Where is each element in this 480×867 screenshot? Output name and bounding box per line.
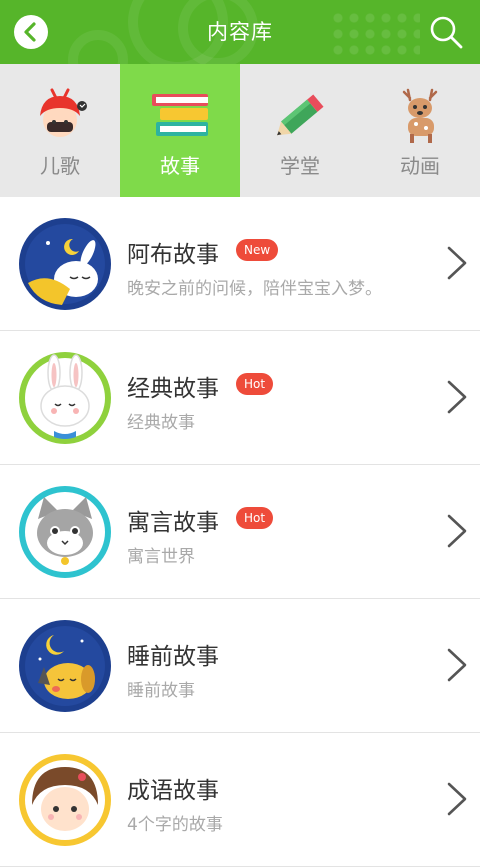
chevron-right-icon <box>447 782 467 816</box>
chevron-right-icon <box>447 380 467 414</box>
item-title: 寓言故事 <box>127 510 219 536</box>
item-subtitle: 晚安之前的问候，陪伴宝宝入梦。 <box>127 279 382 299</box>
tab-songs[interactable]: 儿歌 <box>0 64 120 197</box>
tab-animation[interactable]: 动画 <box>360 64 480 197</box>
sleeping-dog-moon-icon <box>19 620 111 712</box>
chevron-left-icon <box>24 22 36 42</box>
search-icon <box>430 16 463 49</box>
search-button[interactable] <box>428 14 464 50</box>
page-title: 内容库 <box>207 20 273 44</box>
books-stack-icon <box>152 94 208 136</box>
item-subtitle: 4个字的故事 <box>127 815 223 835</box>
list-item[interactable]: 寓言故事 Hot 寓言世界 <box>0 465 480 599</box>
item-title: 睡前故事 <box>127 644 219 670</box>
chevron-right-icon <box>447 246 467 280</box>
tab-stories[interactable]: 故事 <box>120 64 240 197</box>
item-subtitle: 寓言世界 <box>127 547 195 567</box>
story-list: 阿布故事 New 晚安之前的问候，陪伴宝宝入梦。 经典故事 Hot 经典故事 寓… <box>0 197 480 867</box>
tab-label: 儿歌 <box>40 154 80 178</box>
chevron-right-icon <box>447 648 467 682</box>
girl-face-icon <box>19 754 111 846</box>
chevron-right-icon <box>447 514 467 548</box>
tab-label: 动画 <box>400 154 440 178</box>
hot-badge: Hot <box>236 373 274 395</box>
list-item[interactable]: 阿布故事 New 晚安之前的问候，陪伴宝宝入梦。 <box>0 197 480 331</box>
item-subtitle: 睡前故事 <box>127 681 195 701</box>
item-title: 成语故事 <box>127 778 219 804</box>
red-hat-girl-icon <box>40 88 87 137</box>
top-bar: 内容库 <box>0 0 480 64</box>
item-title: 阿布故事 <box>127 242 219 268</box>
list-item[interactable]: 成语故事 4个字的故事 <box>0 733 480 867</box>
hot-badge: Hot <box>236 507 274 529</box>
category-tabs: 儿歌 故事 学堂 动画 <box>0 64 480 197</box>
tab-label: 学堂 <box>280 154 320 178</box>
deer-icon <box>402 88 438 143</box>
tab-label: 故事 <box>160 154 200 178</box>
item-title: 经典故事 <box>127 376 219 402</box>
back-button[interactable] <box>14 15 48 49</box>
list-item[interactable]: 经典故事 Hot 经典故事 <box>0 331 480 465</box>
grey-cat-icon <box>19 486 111 578</box>
item-subtitle: 经典故事 <box>127 413 195 433</box>
tab-school[interactable]: 学堂 <box>240 64 360 197</box>
sleeping-bunny-moon-icon <box>19 218 111 310</box>
pencil-icon <box>277 94 324 136</box>
new-badge: New <box>236 239 279 261</box>
list-item[interactable]: 睡前故事 睡前故事 <box>0 599 480 733</box>
white-bunny-icon <box>19 352 111 444</box>
